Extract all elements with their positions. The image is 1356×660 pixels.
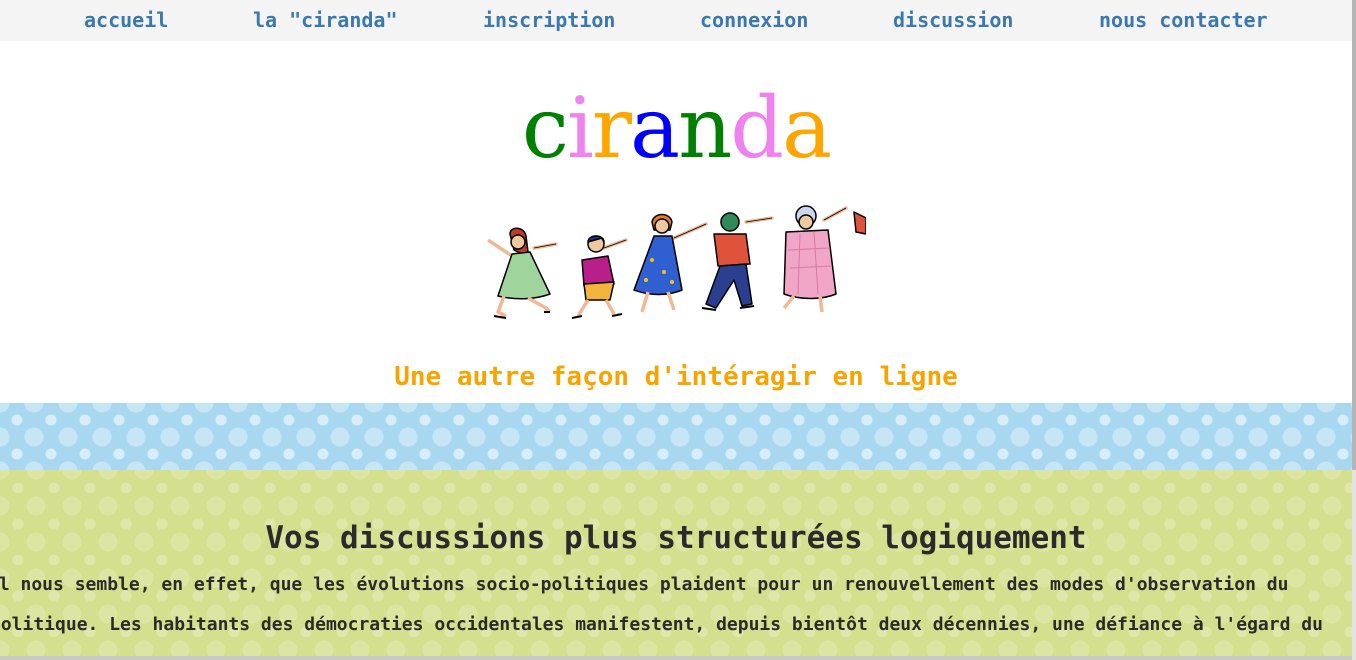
nav-link-discussion[interactable]: discussion <box>893 8 1013 32</box>
logo-letter: c <box>521 79 569 177</box>
logo-letter: i <box>566 79 594 177</box>
logo-letter: a <box>781 79 832 177</box>
logo-letter: n <box>678 79 732 177</box>
scrollbar-thumb[interactable] <box>1352 0 1356 470</box>
site-logo: ciranda <box>0 78 1352 178</box>
bottom-divider <box>0 656 1352 660</box>
logo-letter: a <box>630 79 680 177</box>
tagline: Une autre façon d'intéragir en ligne <box>394 362 958 392</box>
logo-letter: r <box>591 79 632 177</box>
nav-link-accueil[interactable]: accueil <box>84 8 168 32</box>
page-scrollbar[interactable] <box>1352 0 1356 660</box>
nav-link-nous-contacter[interactable]: nous contacter <box>1099 8 1268 32</box>
paragraph-line: politique. Les habitants des démocraties… <box>0 614 1323 635</box>
intro-section: Vos discussions plus structurées logique… <box>0 470 1352 660</box>
nav-link-inscription[interactable]: inscription <box>483 8 615 32</box>
section-heading: Vos discussions plus structurées logique… <box>265 520 1087 556</box>
top-navigation: accueil la "ciranda" inscription connexi… <box>0 0 1352 41</box>
decorative-pattern-band <box>0 403 1352 470</box>
logo-letter: d <box>730 79 784 177</box>
nav-link-la-ciranda[interactable]: la "ciranda" <box>253 8 398 32</box>
paragraph-line: Il nous semble, en effet, que les évolut… <box>0 574 1289 595</box>
dancing-children-illustration <box>487 205 866 319</box>
nav-link-connexion[interactable]: connexion <box>700 8 808 32</box>
